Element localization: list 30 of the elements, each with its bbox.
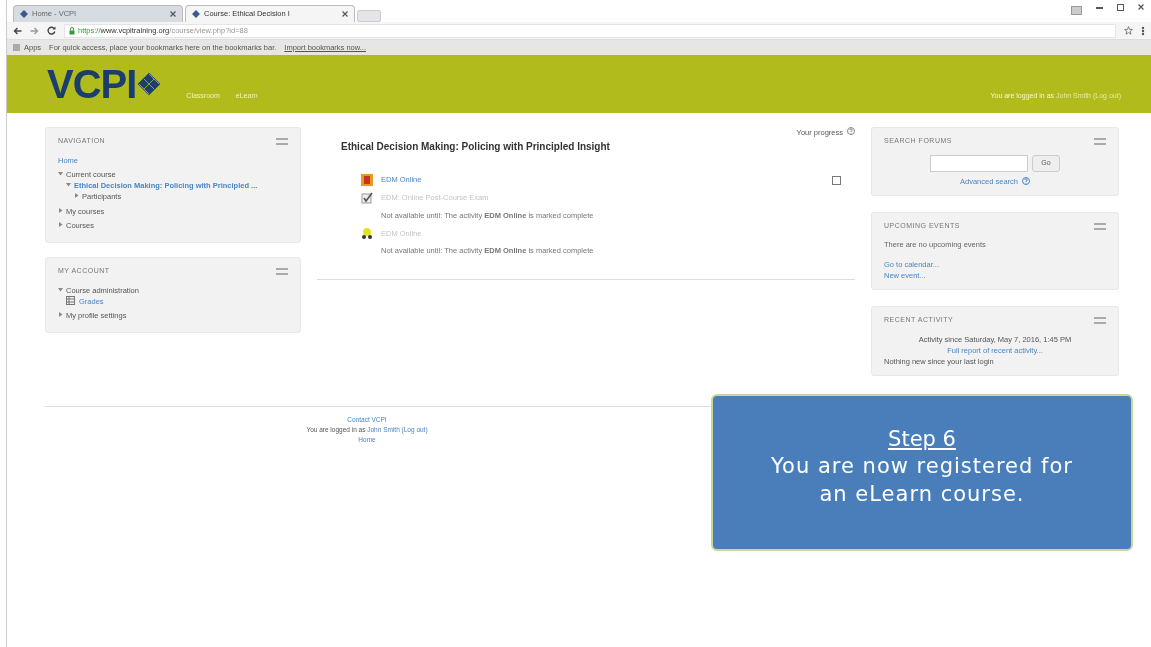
close-icon[interactable] <box>342 11 348 17</box>
user-icon[interactable] <box>1071 4 1082 16</box>
back-button[interactable] <box>13 26 22 35</box>
certificate-icon <box>361 227 373 240</box>
quiz-icon <box>361 192 373 204</box>
dock-icon[interactable] <box>1094 137 1106 145</box>
dock-icon[interactable] <box>276 137 288 145</box>
dock-icon[interactable] <box>1094 222 1106 230</box>
minimize-icon[interactable] <box>1096 6 1103 9</box>
close-icon[interactable] <box>170 11 176 17</box>
search-field[interactable] <box>930 154 1029 172</box>
reload-button[interactable] <box>47 26 56 35</box>
table-icon <box>66 295 75 307</box>
menu-icon[interactable] <box>1141 25 1145 36</box>
dock-icon[interactable] <box>1094 316 1106 324</box>
star-icon[interactable] <box>1124 26 1133 35</box>
logo-text: VCPI <box>47 61 137 107</box>
help-icon[interactable] <box>1021 177 1030 186</box>
completion-checkbox[interactable] <box>832 175 841 185</box>
help-icon[interactable] <box>847 127 855 135</box>
dock-icon[interactable] <box>276 267 288 275</box>
course-title: Ethical Decision Making: Policing with Principled Insight <box>341 140 610 154</box>
forward-button[interactable] <box>30 26 39 35</box>
callout-title: Step 6 <box>887 426 957 453</box>
page-icon <box>20 10 28 18</box>
grid-icon <box>13 44 20 51</box>
page-icon <box>192 10 200 18</box>
callout-text: You are now registered for an eLearn course. <box>770 453 1074 508</box>
lock-icon <box>69 26 75 35</box>
page-icon <box>361 174 373 186</box>
